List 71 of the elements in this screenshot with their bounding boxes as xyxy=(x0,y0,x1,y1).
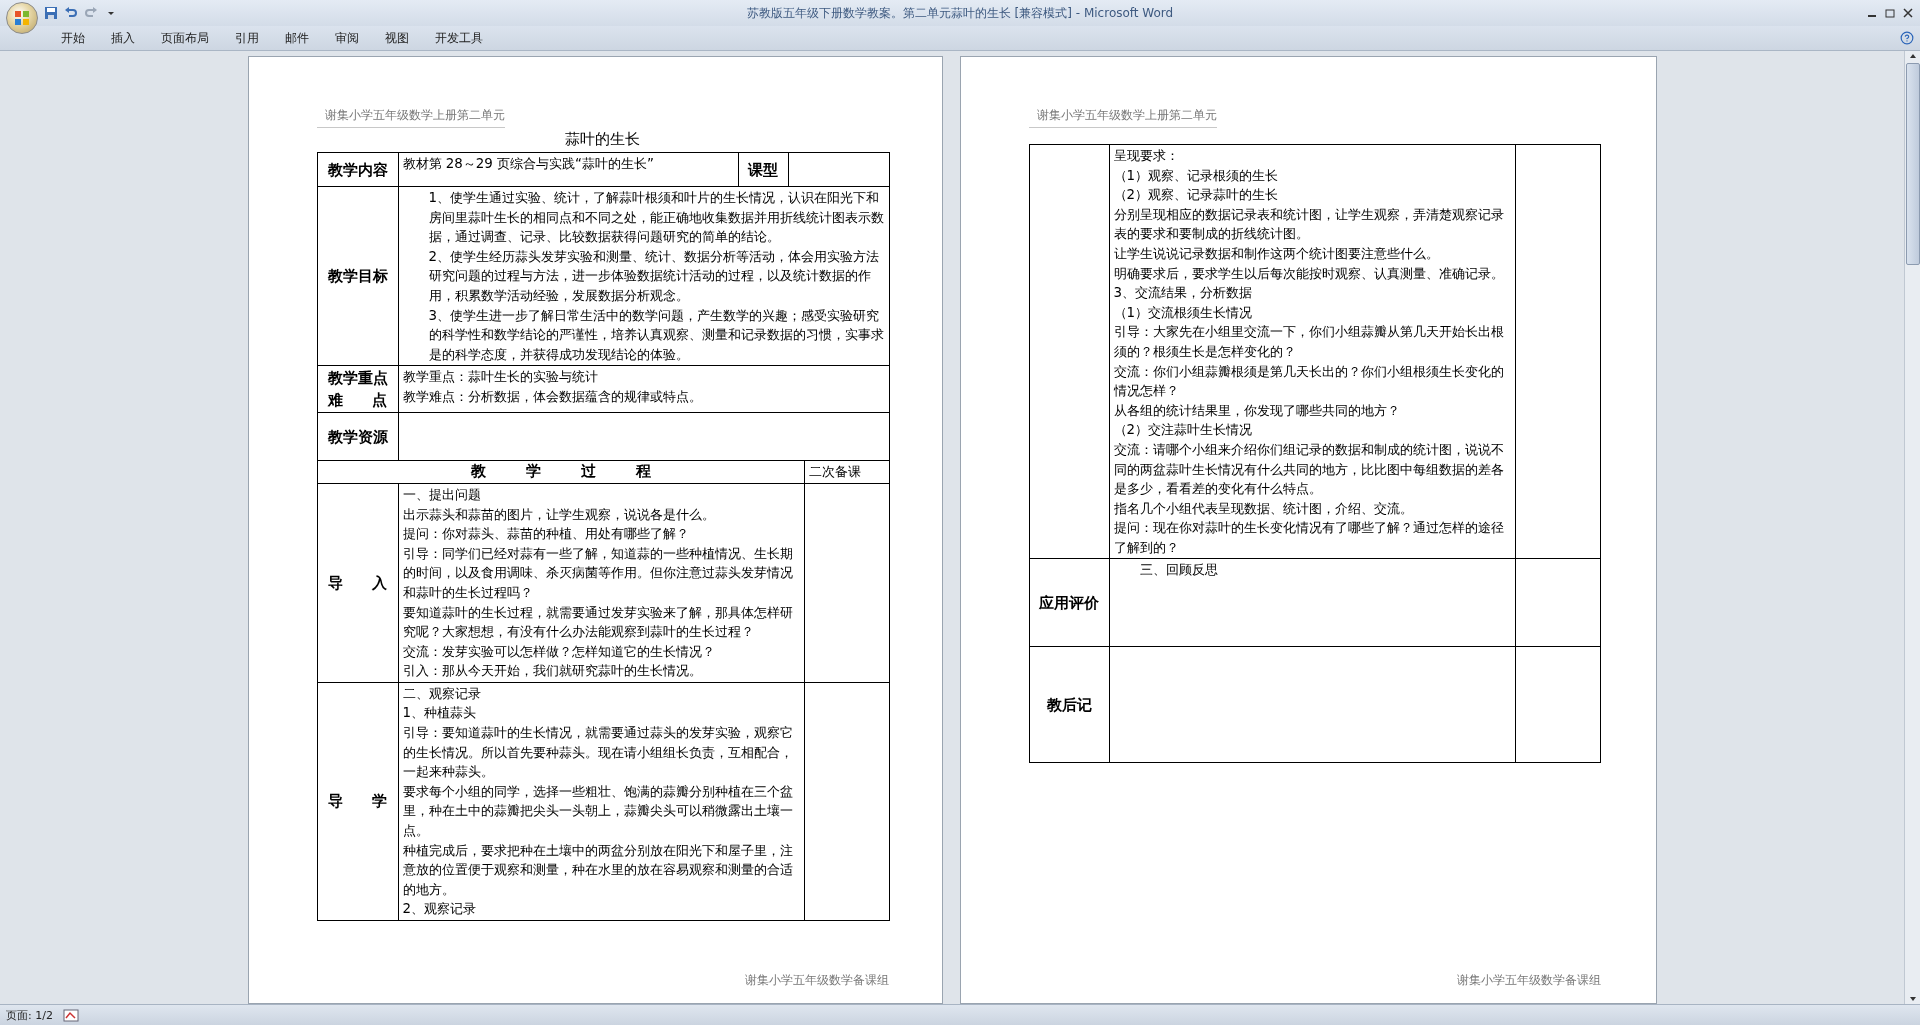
paragraph: 引导：大家先在小组里交流一下，你们小组蒜瓣从第几天开始长出根须的？根须生长是怎样变化的？ xyxy=(1113,323,1505,361)
paragraph: 出示蒜头和蒜苗的图片，让学生观察，说说各是什么。 xyxy=(402,505,716,524)
help-icon[interactable] xyxy=(1900,31,1914,45)
paragraph: 引入：那从今天开始，我们就研究蒜叶的生长情况。 xyxy=(402,662,703,681)
ribbon-tab[interactable]: 页面布局 xyxy=(148,27,222,49)
scroll-thumb[interactable] xyxy=(1905,63,1920,265)
paragraph: 交流：发芽实验可以怎样做？怎样知道它的生长情况？ xyxy=(402,642,716,661)
row-label: 导入 xyxy=(327,573,388,593)
page-count[interactable]: 页面: 1/2 xyxy=(6,1007,53,1023)
paragraph: 3、使学生进一步了解日常生活中的数学问题，产生数学的兴趣；感受实验研究的科学性和数学结论的严谨性，培养认真观察、测量和记录数据的习惯，实事求是的科学态度，并获得成功发现结论的体验。 xyxy=(427,306,885,364)
paragraph: （1）观察、记录根须的生长 xyxy=(1113,166,1280,185)
ribbon-tab[interactable]: 邮件 xyxy=(272,27,322,49)
ribbon-tab[interactable]: 引用 xyxy=(222,27,272,49)
paragraph: （1）交流根须生长情况 xyxy=(1113,303,1254,322)
ribbon-tab[interactable]: 视图 xyxy=(372,27,422,49)
paragraph: 教学重点：蒜叶生长的实验与统计 xyxy=(402,368,599,387)
paragraph: （2）观察、记录蒜叶的生长 xyxy=(1113,186,1280,205)
paragraph: 1、使学生通过实验、统计，了解蒜叶根须和叶片的生长情况，认识在阳光下和房间里蒜叶生长的相同点和不同之处，能正确地收集数据并用折线统计图表示数据，通过调查、记录、比较数据获得问题研究的简单的结论。 xyxy=(427,189,885,247)
office-logo xyxy=(14,10,30,26)
ribbon-tab[interactable]: 开发工具 xyxy=(422,27,496,49)
paragraph: 要知道蒜叶的生长过程，就需要通过发芽实验来了解，那具体怎样研究呢？大家想想，有没有什么办法能观察到蒜叶的生长过程？ xyxy=(402,603,794,642)
paragraph: 引导：要知道蒜叶的生长情况，就需要通过蒜头的发芽实验，观察它的生长情况。所以首先要种蒜头。现在请小组组长负责，互相配合，一起来种蒜头。 xyxy=(402,724,794,782)
paragraph: 指名几个小组代表呈现数据、统计图，介绍、交流。 xyxy=(1113,499,1414,518)
paragraph: 种植完成后，要求把种在土壤中的两盆分别放在阳光下和屋子里，注意放的位置便于观察和测量，种在水里的放在容易观察和测量的合适的地方。 xyxy=(402,841,794,899)
row-label: 教后记 xyxy=(1045,695,1093,715)
window-title: 苏教版五年级下册数学教案。第二单元蒜叶的生长 [兼容模式] - Microsoft Word xyxy=(745,4,1175,22)
paragraph: 二、观察记录 xyxy=(402,684,482,703)
paragraph: 提问：现在你对蒜叶的生长变化情况有了哪些了解？通过怎样的途径了解到的？ xyxy=(1113,519,1505,557)
paragraph: 2、观察记录 xyxy=(402,900,478,919)
row-label: 教学内容 xyxy=(327,160,388,180)
page-footer: 谢集小学五年级数学备课组 xyxy=(1028,972,1601,989)
paragraph: 提问：你对蒜头、蒜苗的种植、用处有哪些了解？ xyxy=(402,525,690,544)
section-heading: 教学过程 xyxy=(469,462,692,482)
page-footer: 谢集小学五年级数学备课组 xyxy=(316,972,889,989)
paragraph: 交流：你们小组蒜瓣根须是第几天长出的？你们小组根须生长变化的情况怎样？ xyxy=(1113,362,1505,401)
paragraph: 教学难点：分析数据，体会数据蕴含的规律或特点。 xyxy=(402,387,703,406)
paragraph: （2）交注蒜叶生长情况 xyxy=(1113,421,1254,440)
row-label: 教学资源 xyxy=(327,427,388,447)
row-label: 课型 xyxy=(746,160,779,180)
paragraph: 要求每个小组的同学，选择一些粗壮、饱满的蒜瓣分别种植在三个盆里，种在土中的蒜瓣把尖头一头朝上，蒜瓣尖头可以稍微露出土壤一点。 xyxy=(402,782,794,841)
save-icon[interactable] xyxy=(44,6,58,20)
paragraph: 一、提出问题 xyxy=(402,485,482,504)
paragraph: 1、种植蒜头 xyxy=(402,704,478,723)
scrollbar[interactable] xyxy=(1904,51,1920,1004)
paragraph: 明确要求后，要求学生以后每次能按时观察、认真测量、准确记录。 xyxy=(1113,264,1505,283)
paragraph: 3、交流结果，分析数据 xyxy=(1113,284,1254,303)
row-label: 导学 xyxy=(327,792,388,812)
proofing-icon[interactable] xyxy=(62,1008,79,1022)
ribbon-tab[interactable]: 插入 xyxy=(98,27,148,49)
close-icon[interactable] xyxy=(1902,8,1914,18)
paragraph: 让学生说说记录数据和制作这两个统计图要注意些什么。 xyxy=(1113,244,1440,263)
ribbon-tab[interactable]: 审阅 xyxy=(322,27,372,49)
restore-icon[interactable] xyxy=(1884,8,1896,18)
document-title: 蒜叶的生长 xyxy=(564,130,641,150)
paragraph: 教材第 28～29 页综合与实践“蒜叶的生长” xyxy=(402,155,655,173)
paragraph: 呈现要求： xyxy=(1113,147,1180,165)
paragraph: 三、回顾反思 xyxy=(1138,561,1219,580)
paragraph: 分别呈现相应的数据记录表和统计图，让学生观察，弄清楚观察记录表的要求和要制成的折线统计图。 xyxy=(1113,205,1505,244)
row-label: 教学目标 xyxy=(327,267,388,287)
undo-icon[interactable] xyxy=(64,6,78,20)
paragraph: 引导：同学们已经对蒜有一些了解，知道蒜的一些种植情况、生长期的时间，以及食用调味、杀灭病菌等作用。但你注意过蒜头发芽情况和蒜叶的生长过程吗？ xyxy=(402,544,794,602)
page-header: 谢集小学五年级数学上册第二单元 xyxy=(316,107,505,128)
page-header: 谢集小学五年级数学上册第二单元 xyxy=(1028,107,1217,128)
ribbon-tab[interactable]: 开始 xyxy=(48,27,98,49)
office-button[interactable] xyxy=(6,2,38,34)
column-heading: 二次备课 xyxy=(808,463,862,482)
paragraph: 2、使学生经历蒜头发芽实验和测量、统计、数据分析等活动，体会用实验方法研究问题的过程与方法，进一步体验数据统计活动的过程，以及统计数据的作用，积累数学活动经验，发展数据分析观念。 xyxy=(427,247,881,305)
paragraph: 交流：请哪个小组来介绍你们组记录的数据和制成的统计图，说说不同的两盆蒜叶生长情况有什么共同的地方，比比图中每组数据的差各是多少，看看差的变化有什么特点。 xyxy=(1113,440,1505,499)
row-label: 应用评价 xyxy=(1039,593,1099,613)
paragraph: 从各组的统计结果里，你发现了哪些共同的地方？ xyxy=(1113,401,1401,420)
row-label: 教学重点难点 xyxy=(327,369,388,411)
